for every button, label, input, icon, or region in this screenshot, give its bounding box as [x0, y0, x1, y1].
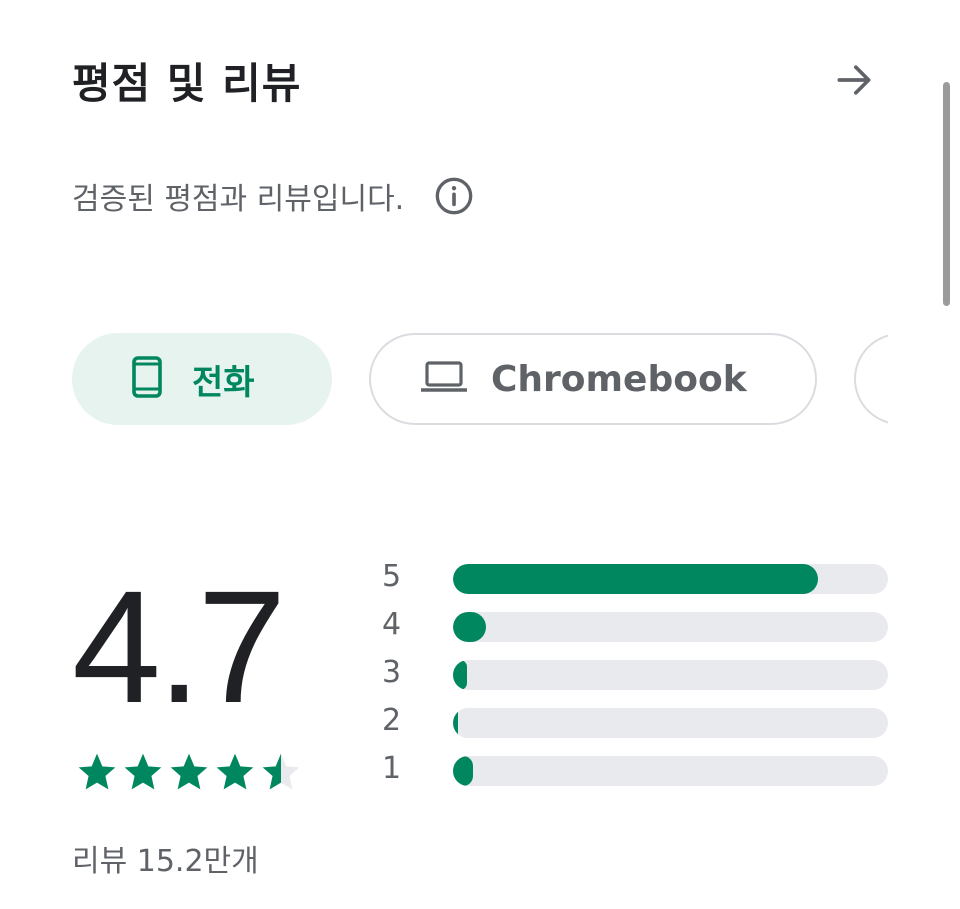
rating-bar-row: 4 [380, 603, 890, 651]
rating-bar-track [453, 564, 888, 594]
star-full-icon [216, 753, 254, 790]
rating-bar-track [453, 660, 888, 690]
rating-bar-label: 1 [382, 751, 402, 786]
device-chip-row: 전화 Chromebook [72, 333, 888, 429]
rating-bar-track [453, 708, 888, 738]
rating-bar-fill [453, 612, 486, 642]
rating-bar-fill [453, 756, 473, 786]
chip-more[interactable] [854, 333, 888, 425]
scrollbar[interactable] [943, 82, 950, 306]
star-rating [74, 750, 304, 794]
star-full-icon [170, 753, 208, 790]
rating-bar-row: 5 [380, 555, 890, 603]
chip-phone-label: 전화 [192, 362, 255, 403]
laptop-icon [420, 361, 468, 397]
rating-bar-label: 4 [382, 607, 402, 642]
review-count: 리뷰 15.2만개 [72, 844, 259, 879]
chip-chromebook-label: Chromebook [491, 358, 747, 400]
rating-distribution: 5 4 3 2 1 [380, 555, 890, 795]
rating-score: 4.7 [72, 557, 286, 736]
verified-text: 검증된 평점과 리뷰입니다. [72, 182, 405, 217]
rating-bar-label: 5 [382, 559, 402, 594]
rating-bar-row: 2 [380, 699, 890, 747]
rating-bar-fill [453, 564, 818, 594]
star-full-icon [78, 753, 116, 790]
chip-chromebook[interactable]: Chromebook [369, 333, 817, 425]
rating-bar-row: 3 [380, 651, 890, 699]
section-title: 평점 및 리뷰 [72, 59, 302, 108]
star-full-icon [124, 753, 162, 790]
chip-phone[interactable]: 전화 [72, 333, 332, 425]
rating-bar-track [453, 612, 888, 642]
rating-bar-track [453, 756, 888, 786]
arrow-right-icon[interactable] [826, 52, 882, 108]
rating-bar-fill [453, 708, 458, 738]
rating-bar-label: 2 [382, 703, 402, 738]
info-icon[interactable] [430, 172, 478, 220]
rating-bar-row: 1 [380, 747, 890, 795]
section-header: 평점 및 리뷰 [72, 44, 892, 120]
rating-bar-fill [453, 660, 467, 690]
phone-icon [132, 356, 162, 402]
star-half-icon [262, 753, 300, 790]
verified-note: 검증된 평점과 리뷰입니다. [72, 168, 478, 224]
rating-bar-label: 3 [382, 655, 402, 690]
